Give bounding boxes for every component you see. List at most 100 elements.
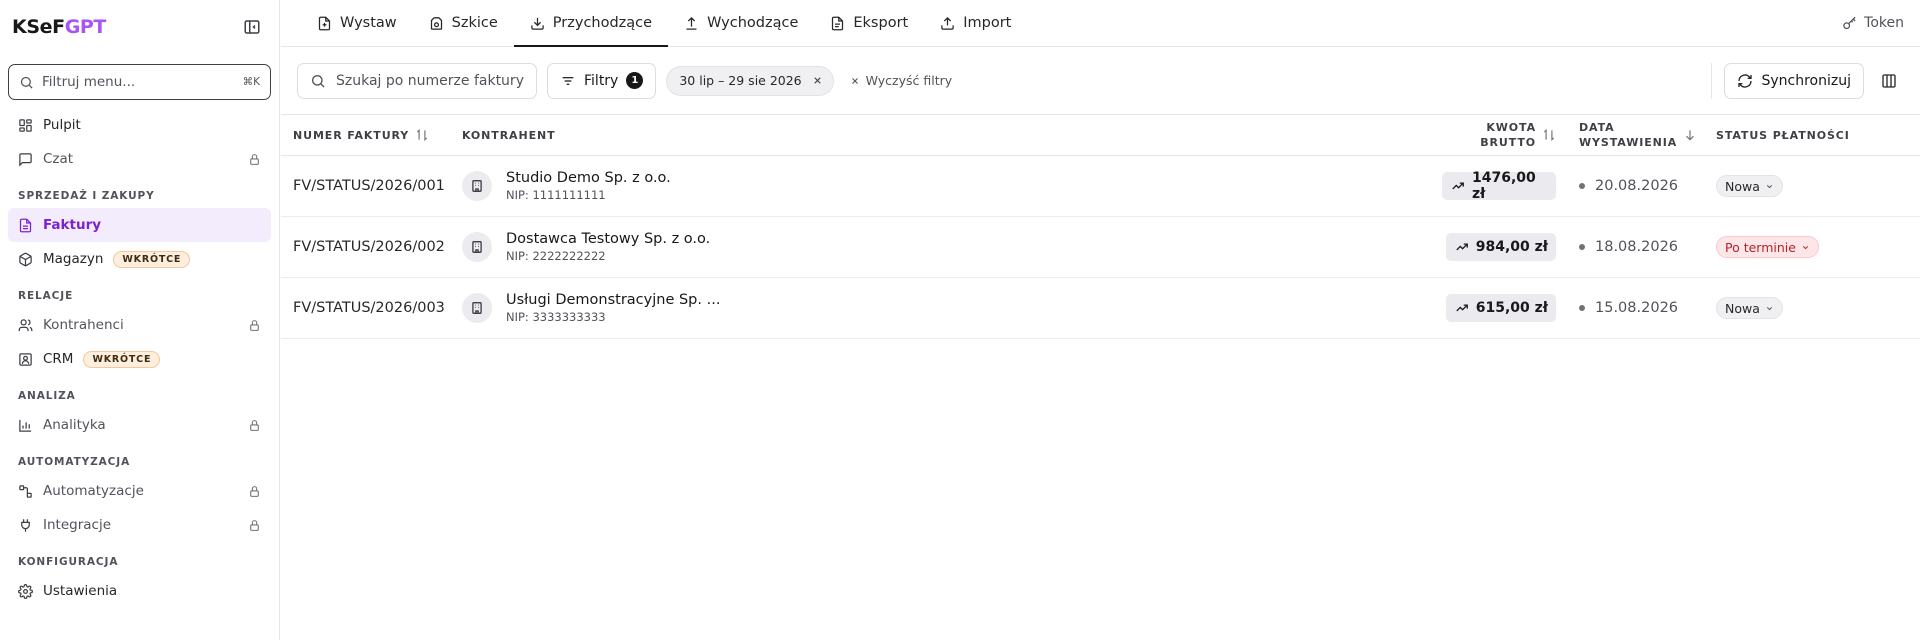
invoice-number: FV/STATUS/2026/002 (293, 239, 445, 255)
invoice-number-cell: FV/STATUS/2026/002 (293, 217, 445, 277)
column-header-label: KONTRAHENT (462, 128, 556, 142)
date-dot (1579, 244, 1585, 250)
token-button[interactable]: Token (1842, 0, 1920, 46)
tab-wystaw[interactable]: Wystaw (301, 0, 413, 46)
sidebar-item-czat[interactable]: Czat (8, 142, 271, 176)
key-icon (1842, 16, 1857, 31)
column-header-status[interactable]: STATUS PŁATNOŚCI (1716, 115, 1850, 155)
building-icon (462, 232, 492, 262)
chart-icon (18, 418, 33, 433)
tab-label: Wychodzące (707, 15, 799, 31)
date-header-line1: DATA (1579, 121, 1615, 134)
sidebar-item-crm[interactable]: CRM WKRÓTCE (8, 342, 271, 376)
tab-label: Eksport (853, 15, 909, 31)
invoice-number-cell: FV/STATUS/2026/001 (293, 156, 445, 216)
sidebar-item-label: Analityka (43, 417, 106, 433)
amount-value: 984,00 zł (1475, 239, 1548, 255)
sort-arrows-icon[interactable] (415, 128, 429, 142)
sidebar-item-label: Automatyzacje (43, 483, 144, 499)
amount-header-line2: BRUTTO (1480, 136, 1536, 149)
clear-filters-button[interactable]: Wyczyść filtry (844, 73, 959, 88)
amount-header-line1: KWOTA (1486, 121, 1536, 134)
table-row[interactable]: FV/STATUS/2026/001 Studio Demo Sp. z o.o… (281, 156, 1920, 217)
column-header-party[interactable]: KONTRAHENT (462, 115, 556, 155)
tab-wychodzace[interactable]: Wychodzące (668, 0, 814, 46)
party-cell: Usługi Demonstracyjne Sp. ... NIP: 33333… (462, 278, 720, 338)
issue-date: 18.08.2026 (1595, 239, 1679, 255)
sidebar-item-magazyn[interactable]: Magazyn WKRÓTCE (8, 242, 271, 276)
tab-label: Wystaw (340, 15, 397, 31)
tab-eksport[interactable]: Eksport (814, 0, 924, 46)
tab-przychodzace[interactable]: Przychodzące (513, 0, 669, 47)
payment-status-dropdown[interactable]: Nowa (1716, 175, 1783, 197)
column-header-number[interactable]: NUMER FAKTURY (293, 115, 429, 155)
upload-icon (684, 16, 699, 31)
close-icon[interactable] (812, 75, 823, 86)
table-header: NUMER FAKTURY KONTRAHENT KWOTA BRUTTO DAT… (281, 115, 1920, 156)
section-heading-relations: RELACJE (18, 290, 74, 302)
sidebar-item-label: CRM (43, 351, 74, 367)
section-heading-automation: AUTOMATYZACJA (18, 456, 131, 468)
coming-soon-badge: WKRÓTCE (83, 350, 161, 368)
table-row[interactable]: FV/STATUS/2026/002 Dostawca Testowy Sp. … (281, 217, 1920, 278)
sidebar-item-automatyzacje[interactable]: Automatyzacje (8, 474, 271, 508)
users-icon (18, 318, 33, 333)
dashboard-icon (18, 118, 33, 133)
gear-icon (18, 583, 33, 599)
chevron-down-icon (1801, 243, 1810, 252)
columns-icon (1881, 73, 1897, 89)
sidebar-toggle-icon[interactable] (243, 18, 261, 36)
column-header-date[interactable]: DATA WYSTAWIENIA (1579, 115, 1697, 155)
party-cell: Dostawca Testowy Sp. z o.o. NIP: 2222222… (462, 217, 710, 277)
party-text: Dostawca Testowy Sp. z o.o. NIP: 2222222… (506, 230, 710, 264)
filters-button[interactable]: Filtry 1 (547, 62, 657, 99)
lock-icon (248, 419, 261, 432)
columns-toggle-button[interactable] (1874, 66, 1904, 96)
sidebar-item-integracje[interactable]: Integracje (8, 508, 271, 542)
date-header-line2: WYSTAWIENIA (1579, 136, 1678, 149)
party-cell: Studio Demo Sp. z o.o. NIP: 1111111111 (462, 156, 671, 216)
invoice-search-input[interactable]: Szukaj po numerze faktury (297, 62, 537, 99)
sidebar-item-analityka[interactable]: Analityka (8, 408, 271, 442)
column-header-amount[interactable]: KWOTA BRUTTO (1442, 115, 1556, 155)
app-logo[interactable]: KSeFGPT (12, 16, 106, 38)
chevron-down-icon (1765, 182, 1774, 191)
lock-icon (248, 519, 261, 532)
table-row[interactable]: FV/STATUS/2026/003 Usługi Demonstracyjne… (281, 278, 1920, 339)
sort-desc-icon[interactable] (1683, 128, 1697, 142)
filters-label: Filtry (584, 72, 619, 89)
building-icon (462, 293, 492, 323)
sidebar-item-kontrahenci[interactable]: Kontrahenci (8, 308, 271, 342)
tab-szkice[interactable]: Szkice (413, 0, 514, 46)
amount-badge: 615,00 zł (1445, 294, 1556, 322)
payment-status-label: Nowa (1725, 300, 1760, 316)
sidebar-item-label: Ustawienia (43, 583, 118, 599)
sidebar-item-label: Magazyn (43, 251, 104, 267)
date-range-chip[interactable]: 30 lip – 29 sie 2026 (666, 65, 834, 96)
sync-button[interactable]: Synchronizuj (1724, 62, 1864, 99)
sidebar-item-pulpit[interactable]: Pulpit (8, 108, 271, 142)
trending-up-icon (1451, 179, 1465, 193)
coming-soon-badge: WKRÓTCE (113, 250, 191, 268)
payment-status-dropdown[interactable]: Po terminie (1716, 236, 1819, 258)
search-icon (19, 75, 34, 90)
tab-import[interactable]: Import (924, 0, 1027, 46)
search-placeholder: Szukaj po numerze faktury (336, 72, 524, 89)
tab-label: Szkice (451, 15, 498, 31)
section-heading-config: KONFIGURACJA (18, 556, 119, 568)
sort-arrows-icon[interactable] (1542, 128, 1556, 142)
menu-filter-shortcut: ⌘K (242, 76, 260, 88)
main-content: Wystaw Szkice Przychodzące Wychodzące Ek… (281, 0, 1920, 640)
menu-filter-input[interactable]: Filtruj menu... ⌘K (8, 64, 271, 100)
date-cell: 18.08.2026 (1579, 217, 1678, 277)
payment-status-dropdown[interactable]: Nowa (1716, 297, 1783, 319)
sidebar-item-ustawienia[interactable]: Ustawienia (8, 574, 271, 608)
invoice-toolbar: Szukaj po numerze faktury Filtry 1 30 li… (281, 47, 1920, 115)
clear-filters-label: Wyczyść filtry (865, 73, 953, 88)
sidebar-item-faktury[interactable]: Faktury (8, 208, 271, 242)
sidebar-item-label: Faktury (43, 217, 102, 233)
file-text-icon (830, 16, 845, 31)
trending-up-icon (1455, 240, 1469, 254)
payment-status-label: Nowa (1725, 178, 1760, 194)
column-header-label: DATA WYSTAWIENIA (1579, 120, 1677, 150)
